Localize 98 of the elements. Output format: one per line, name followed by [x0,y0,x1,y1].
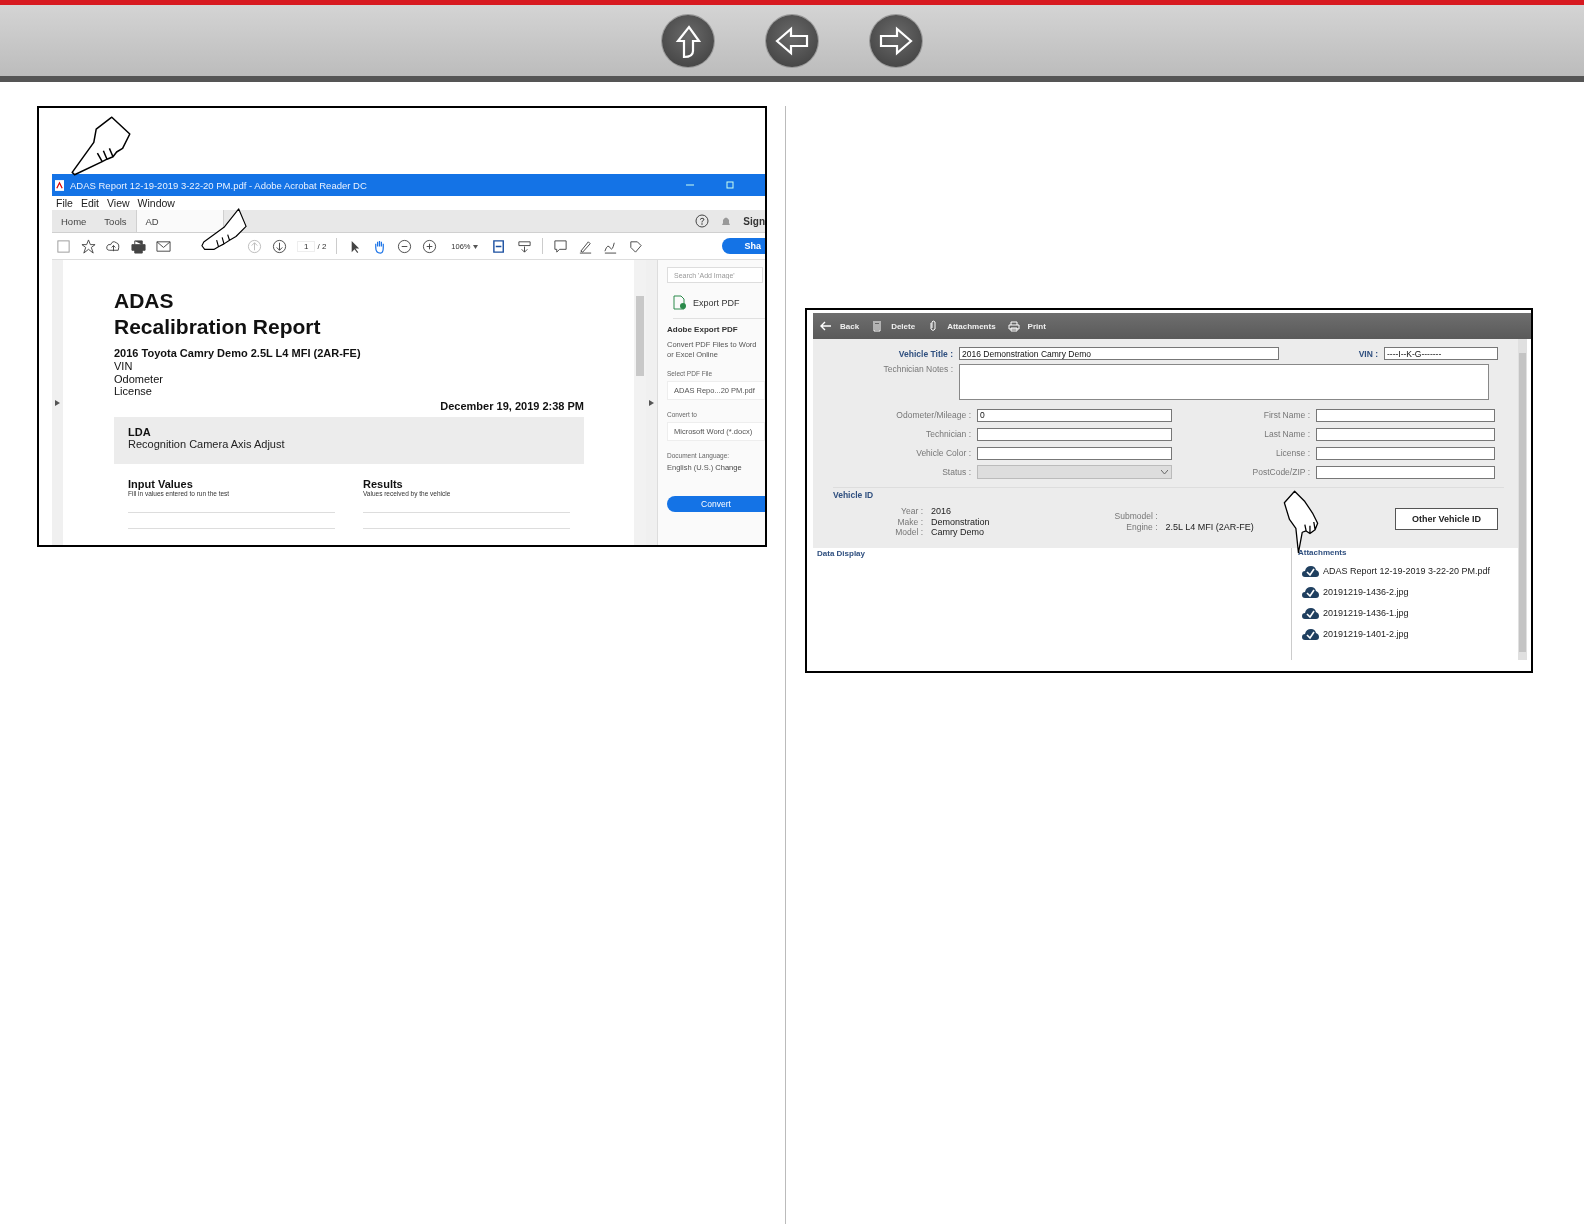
cloud-check-icon [1302,564,1319,578]
pen-icon[interactable] [577,238,593,254]
toolbar-button[interactable]: Back [820,320,860,332]
page-total: / 2 [317,241,327,251]
up-button[interactable] [662,14,714,67]
report-heading: ADAS [114,288,175,314]
menu-item[interactable]: View [107,197,130,209]
comment-icon[interactable] [552,238,568,254]
field-label: Technician : [925,429,971,439]
other-vehicle-id-button[interactable]: Other Vehicle ID [1394,507,1498,530]
toolbar-button[interactable]: Print [1007,320,1046,332]
restore-icon[interactable] [725,180,735,190]
fit-page-icon[interactable] [491,238,507,254]
input-field[interactable] [1316,465,1495,479]
scroll-mode-icon[interactable] [516,238,532,254]
expand-icon[interactable] [649,399,654,406]
report-title: Recalibration Report [114,314,322,340]
tab[interactable]: Home [52,210,96,232]
field-label: Last Name : [1263,429,1310,439]
input-field[interactable]: 0 [977,408,1172,422]
upload-icon[interactable] [106,238,121,254]
print-icon[interactable] [131,238,146,254]
input-field[interactable] [1316,408,1495,422]
caret-icon [1161,469,1168,475]
input-field[interactable] [977,446,1172,460]
cloud-check-icon [1302,606,1319,620]
input-field[interactable] [977,427,1172,441]
field-label: License [114,385,153,398]
field-label: Odometer [114,372,164,385]
scrollbar[interactable] [1518,339,1527,660]
export-pdf-label[interactable]: Export PDF [693,297,740,308]
field-label: Status : [941,467,971,477]
section-code: LDA [128,425,152,438]
panel-heading: Adobe Export PDF [667,325,739,334]
notes-field[interactable] [959,364,1489,400]
convert-button[interactable]: Convert [667,496,765,512]
page-down-icon[interactable] [272,238,287,254]
attachment-item[interactable]: 20191219-1436-2.jpg [1298,585,1512,599]
field-value: Demonstration [931,516,990,527]
attachment-item[interactable]: 20191219-1401-2.jpg [1298,627,1512,641]
sign-link[interactable]: Sign [743,215,765,227]
forward-button[interactable] [870,14,922,67]
menu-item[interactable]: File [56,197,73,209]
field-label: First Name : [1262,410,1310,420]
expand-icon[interactable] [55,399,60,406]
field-label: VIN : [1358,348,1378,359]
pdf-file-icon [55,179,64,191]
attachment-item[interactable]: ADAS Report 12-19-2019 3-22-20 PM.pdf [1298,564,1512,578]
star-icon[interactable] [81,238,96,254]
field-label: Technician Notes : [882,364,953,374]
mail-icon[interactable] [156,238,171,254]
field-value: 2.5L L4 MFI (2AR-FE) [1165,521,1254,533]
back-button[interactable] [766,14,818,67]
section-title: Attachments [1298,547,1348,557]
field-value: 2016 [931,506,952,517]
field-value: Camry Demo [931,527,984,538]
section-name: Recognition Camera Axis Adjust [128,437,286,450]
column-title: Input Values [128,477,194,490]
column-title: Results [363,477,404,490]
zoom-out-icon[interactable] [397,238,413,254]
field-label: VIN [114,360,134,373]
export-pdf-icon [673,295,687,310]
field-label: Odometer/Mileage : [895,410,971,420]
field-label: Model : [894,527,923,538]
vehicle-name: 2016 Toyota Camry Demo 2.5L L4 MFI (2AR-FE) [114,346,362,360]
field-label: Vehicle Color : [915,448,971,458]
menu-item[interactable]: Window [137,197,175,209]
input-field[interactable] [1316,427,1495,441]
field-label: Engine : [1125,521,1158,533]
scrollbar[interactable] [634,260,646,545]
cloud-check-icon [1302,585,1319,599]
field-label: License : [1274,448,1310,458]
tab[interactable]: AD [135,210,224,232]
toolbar-button[interactable]: Attachments [927,320,996,332]
field-label: PostCode/ZIP : [1251,467,1310,477]
vin-field[interactable]: ----I--K-G------- [1384,347,1498,360]
trash-icon [871,320,884,332]
back-arrow-icon [820,320,832,332]
page-number-field[interactable]: 1 [297,240,316,252]
attachment-item[interactable]: 20191219-1436-1.jpg [1298,606,1512,620]
toolbar-button[interactable]: Delete [871,320,916,332]
share-button[interactable]: Sha [722,238,765,254]
window-title: ADAS Report 12-19-2019 3-22-20 PM.pdf - Adobe Acrobat Reader DC [70,179,367,191]
field-label: Vehicle Title : [897,348,953,359]
menu-item[interactable]: Edit [80,197,99,209]
field-label: Year : [900,506,923,517]
zoom-in-icon[interactable] [422,238,438,254]
vehicle-title-field[interactable]: 2016 Demonstration Camry Demo [959,347,1279,360]
field-label: Make : [896,516,923,527]
help-icon[interactable] [695,214,710,228]
print-icon [1007,320,1020,332]
input-field[interactable] [1316,446,1495,460]
tab[interactable]: Tools [95,210,136,232]
cloud-check-icon [1302,627,1319,641]
section-title: Data Display [817,548,866,558]
field-label: Submodel : [1113,511,1158,522]
report-date: December 19, 2019 2:38 PM [439,399,584,412]
caret-icon [472,244,478,249]
